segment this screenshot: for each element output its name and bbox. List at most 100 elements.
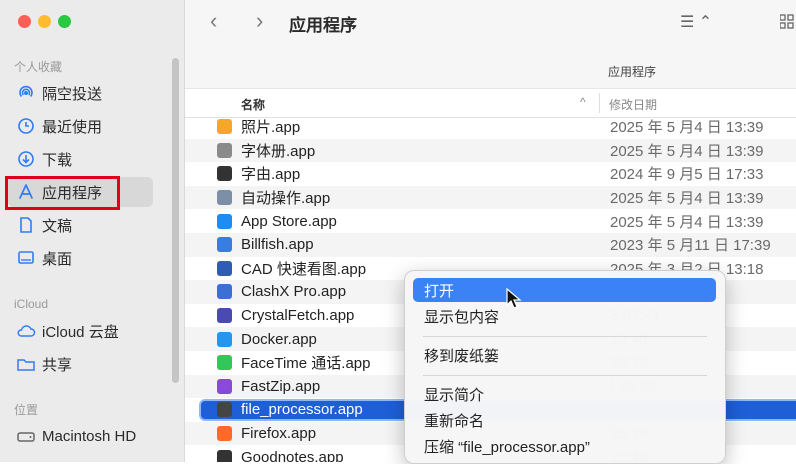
menu-item[interactable]: 压缩 “file_processor.app” — [413, 434, 716, 458]
app-icon — [217, 402, 232, 418]
menu-item-label: 重新命名 — [424, 412, 485, 430]
app-icon — [217, 237, 232, 253]
grid-view-icon[interactable] — [780, 14, 796, 30]
sidebar-item-label: 文稿 — [42, 217, 73, 235]
file-row[interactable]: App Store.app 2025 年 5 月4 日 13:39 — [185, 209, 796, 233]
clock-icon — [16, 116, 36, 136]
sidebar-item-macintosh-hd[interactable]: Macintosh HD — [8, 421, 153, 451]
file-name: Firefox.app — [241, 425, 317, 443]
sort-ascending-icon: ^ — [580, 95, 586, 109]
menu-item[interactable]: 打开 — [413, 278, 716, 302]
sidebar-item-label: 桌面 — [42, 250, 73, 268]
file-name: Billfish.app — [241, 236, 314, 254]
file-name: App Store.app — [241, 212, 337, 230]
app-icon — [217, 426, 232, 442]
download-icon — [16, 149, 36, 169]
file-row[interactable]: 自动操作.app 2025 年 5 月4 日 13:39 — [185, 185, 796, 210]
file-name: 照片.app — [241, 119, 301, 137]
sidebar-item-airdrop[interactable]: 隔空投送 — [8, 78, 153, 108]
sidebar-item-desktop[interactable]: 桌面 — [8, 243, 153, 273]
sidebar-item-recents[interactable]: 最近使用 — [8, 111, 153, 141]
document-icon — [16, 215, 36, 235]
file-name: CAD 快速看图.app — [241, 260, 367, 278]
app-icon — [217, 166, 232, 182]
sidebar-scrollbar[interactable] — [172, 58, 179, 383]
sidebar-item-label: Macintosh HD — [42, 427, 137, 445]
favorites-header: 个人收藏 — [14, 60, 63, 74]
file-name: CrystalFetch.app — [241, 307, 355, 325]
app-icon — [217, 190, 232, 206]
icloud-header: iCloud — [14, 297, 49, 311]
app-icon — [217, 213, 232, 229]
locations-header: 位置 — [14, 403, 39, 417]
window-title: 应用程序 — [289, 16, 357, 35]
cloud-icon — [16, 321, 36, 341]
file-name: Goodnotes.app — [241, 448, 344, 462]
file-name: 自动操作.app — [241, 190, 331, 208]
sidebar-item-label: 隔空投送 — [42, 85, 103, 103]
zoom-window-button[interactable] — [58, 15, 71, 28]
name-column-header[interactable]: 名称 — [241, 96, 265, 113]
menu-item-label: 打开 — [424, 282, 455, 300]
app-icon — [217, 260, 232, 276]
file-row[interactable]: 照片.app 2025 年 5 月4 日 13:39 — [185, 117, 796, 139]
menu-item-label: 移到废纸篓 — [424, 347, 500, 365]
app-icon — [217, 449, 232, 462]
sidebar-item-label: 共享 — [42, 356, 73, 374]
file-name: file_processor.app — [241, 401, 363, 419]
back-button[interactable]: ‹ — [210, 8, 217, 34]
file-name: ClashX Pro.app — [241, 283, 347, 301]
column-divider[interactable] — [599, 93, 600, 113]
menu-item-label: 压缩 “file_processor.app” — [424, 438, 590, 456]
view-options-button[interactable]: ☰ ⌃ — [680, 12, 712, 32]
menu-item-label: 显示简介 — [424, 386, 485, 404]
sidebar-item-shared[interactable]: 共享 — [8, 349, 153, 379]
file-date-modified: 2025 年 5 月4 日 13:39 — [610, 213, 764, 231]
file-name: FastZip.app — [241, 377, 321, 395]
desktop-icon — [16, 248, 36, 268]
menu-separator — [423, 375, 707, 376]
file-name: FaceTime 通话.app — [241, 355, 371, 373]
menu-item[interactable]: 移到废纸篓 — [413, 343, 716, 367]
file-date-modified: 2025 年 5 月4 日 13:39 — [610, 142, 764, 160]
date-modified-column-header[interactable]: 修改日期 — [609, 96, 657, 113]
sidebar-item-icloud-drive[interactable]: iCloud 云盘 — [8, 316, 153, 346]
file-row[interactable]: 字体册.app 2025 年 5 月4 日 13:39 — [185, 138, 796, 163]
app-icon — [217, 284, 232, 300]
menu-item[interactable]: 重新命名 — [413, 408, 716, 432]
menu-separator — [423, 336, 707, 337]
sidebar-item-label: 下载 — [42, 151, 73, 169]
sidebar-item-downloads[interactable]: 下载 — [8, 144, 153, 174]
app-icon — [217, 331, 232, 347]
forward-button[interactable]: › — [256, 8, 263, 34]
sidebar: 个人收藏 隔空投送 最近使用 下载 应用程序 文稿 桌面 iCloud iClo… — [0, 0, 185, 462]
app-icon — [217, 378, 232, 394]
app-icon — [217, 119, 232, 135]
annotation-highlight-box — [5, 176, 120, 210]
file-row[interactable]: Billfish.app 2023 年 5 月11 日 17:39 — [185, 233, 796, 257]
file-date-modified: 2025 年 5 月4 日 13:39 — [610, 119, 764, 137]
file-name: 字由.app — [241, 166, 301, 184]
menu-item[interactable]: 显示包内容 — [413, 304, 716, 328]
airdrop-icon — [16, 83, 36, 103]
list-view-icon: ☰ ⌃ — [680, 14, 713, 31]
shared-folder-icon — [16, 354, 36, 374]
context-menu: 打开显示包内容移到废纸篓显示简介重新命名压缩 “file_processor.a… — [404, 270, 726, 464]
close-window-button[interactable] — [18, 15, 31, 28]
file-name: Docker.app — [241, 330, 317, 348]
app-icon — [217, 308, 232, 324]
path-bar-label: 应用程序 — [608, 65, 657, 79]
sidebar-item-documents[interactable]: 文稿 — [8, 210, 153, 240]
app-icon — [217, 355, 232, 371]
menu-item[interactable]: 显示简介 — [413, 382, 716, 406]
minimize-window-button[interactable] — [38, 15, 51, 28]
sidebar-item-label: iCloud 云盘 — [42, 323, 119, 341]
sidebar-item-label: 最近使用 — [42, 118, 103, 136]
file-date-modified: 2025 年 5 月4 日 13:39 — [610, 190, 764, 208]
app-icon — [217, 142, 232, 158]
file-date-modified: 2023 年 5 月11 日 17:39 — [610, 237, 771, 255]
file-row[interactable]: 字由.app 2024 年 9 月5 日 17:33 — [185, 162, 796, 186]
mouse-cursor-icon — [506, 288, 522, 309]
file-name: 字体册.app — [241, 142, 316, 160]
menu-item-label: 显示包内容 — [424, 308, 500, 326]
